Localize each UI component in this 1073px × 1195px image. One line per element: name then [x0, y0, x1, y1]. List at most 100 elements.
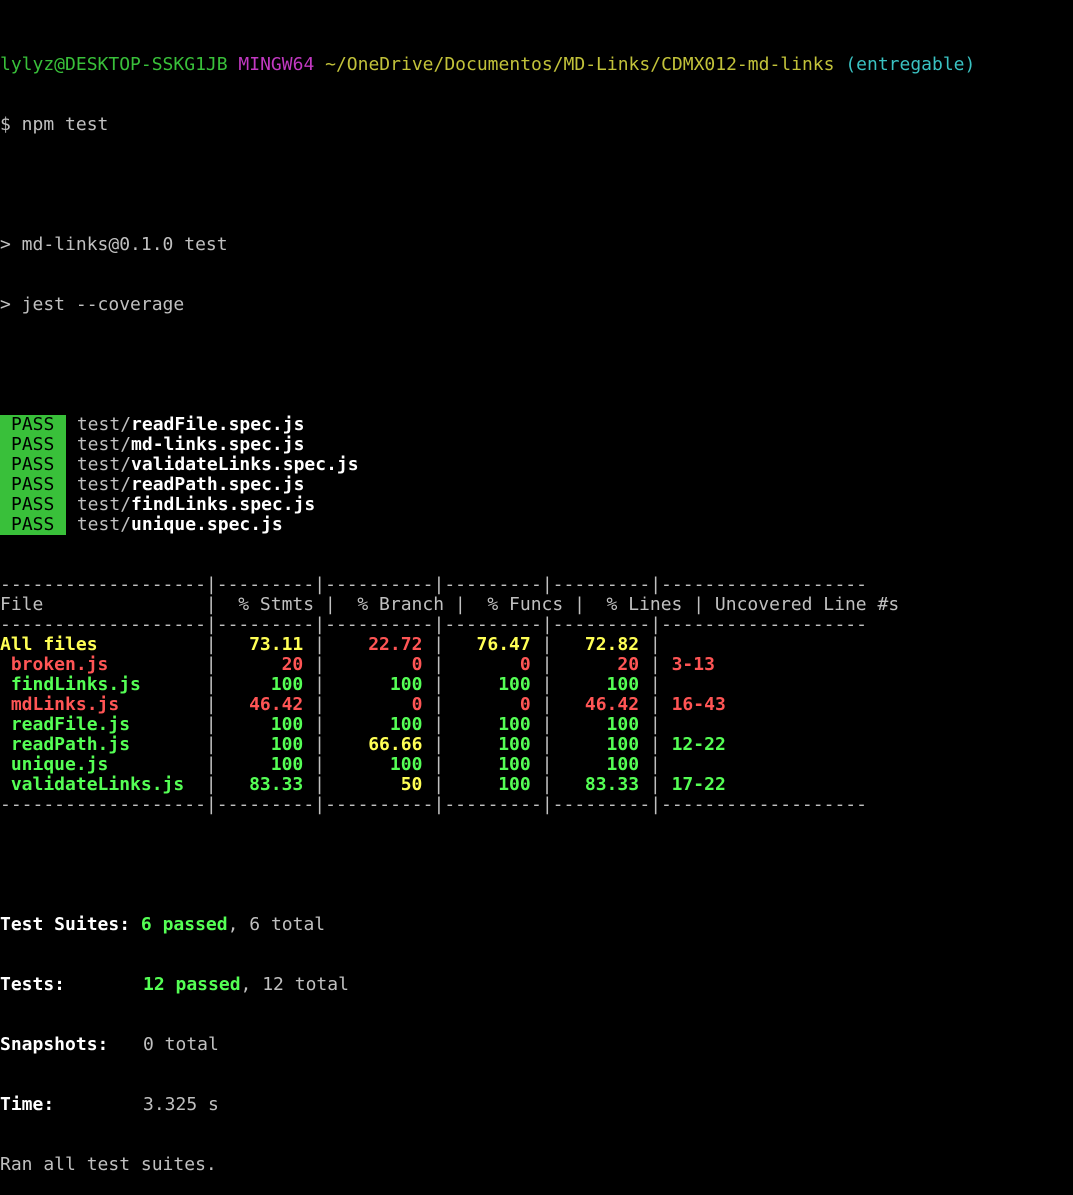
table-row: readFile.js | 100 | 100 | 100 | 100 | — [0, 715, 1073, 735]
table-cell-branch: 100 — [389, 754, 423, 775]
table-cell-file: broken.js — [0, 654, 109, 675]
table-cell-funcs: 76.47 — [476, 634, 531, 655]
table-cell-stmts: 100 — [270, 754, 304, 775]
table-cell-file: unique.js — [0, 754, 109, 775]
table-divider: | — [541, 754, 564, 775]
table-cell-stmts: 100 — [270, 734, 304, 755]
table-cell-funcs: 100 — [498, 754, 531, 775]
pass-badge: PASS — [0, 455, 66, 475]
summary-time-label: Time: — [0, 1094, 55, 1115]
table-header-cell: % Funcs — [487, 594, 564, 615]
test-result-row: PASS test/readPath.spec.js — [0, 475, 1073, 495]
table-cell-lines: 100 — [606, 754, 640, 775]
table-cell-stmts: 46.42 — [249, 694, 304, 715]
table-header-row: File | % Stmts | % Branch | % Funcs | % L… — [0, 595, 1073, 615]
table-cell-file: readPath.js — [0, 734, 131, 755]
table-cell-lines: 72.82 — [584, 634, 640, 655]
table-divider: | — [205, 634, 228, 655]
pass-badge: PASS — [0, 515, 66, 535]
test-file: md-links.spec.js — [131, 434, 305, 455]
table-divider: | — [433, 774, 455, 795]
table-cell-uncovered: 16-43 — [671, 694, 726, 715]
test-dir: test/ — [76, 414, 132, 435]
table-divider: | — [649, 654, 672, 675]
test-result-row: PASS test/findLinks.spec.js — [0, 495, 1073, 515]
table-divider: | — [541, 634, 564, 655]
table-row: findLinks.js | 100 | 100 | 100 | 100 | — [0, 675, 1073, 695]
terminal-output[interactable]: lylyz@DESKTOP-SSKG1JB MINGW64 ~/OneDrive… — [0, 15, 1073, 1195]
table-divider: | — [541, 654, 564, 675]
test-result-row: PASS test/readFile.spec.js — [0, 415, 1073, 435]
summary-time-value: 3.325 s — [143, 1094, 219, 1115]
table-divider: | — [314, 774, 336, 795]
test-result-row: PASS test/md-links.spec.js — [0, 435, 1073, 455]
summary-suites: Test Suites: 6 passed, 6 total — [0, 915, 1073, 935]
test-file: validateLinks.spec.js — [131, 454, 359, 475]
script-line: > jest --coverage — [0, 294, 185, 315]
table-divider: | — [649, 754, 672, 775]
table-cell-branch: 100 — [389, 714, 423, 735]
pass-badge: PASS — [0, 415, 66, 435]
pass-badge: PASS — [0, 495, 66, 515]
table-cell-file: validateLinks.js — [0, 774, 185, 795]
prompt-system: MINGW64 — [238, 54, 315, 75]
table-divider: | — [205, 734, 228, 755]
table-divider: | — [649, 674, 672, 695]
table-cell-stmts: 100 — [270, 714, 304, 735]
table-divider: | — [205, 654, 228, 675]
table-row: All files | 73.11 | 22.72 | 76.47 | 72.82… — [0, 635, 1073, 655]
table-cell-funcs: 100 — [498, 774, 531, 795]
table-header-cell: File — [0, 594, 44, 615]
script-line: > md-links@0.1.0 test — [0, 234, 228, 255]
prompt-line: lylyz@DESKTOP-SSKG1JB MINGW64 ~/OneDrive… — [0, 55, 1073, 75]
summary-tests-label: Tests: — [0, 974, 66, 995]
summary-snapshots-value: 0 total — [143, 1034, 219, 1055]
table-cell-funcs: 100 — [498, 674, 531, 695]
test-result-row: PASS test/unique.spec.js — [0, 515, 1073, 535]
table-divider: | — [649, 694, 672, 715]
prompt-path: ~/OneDrive/Documentos/MD-Links/CDMX012-m… — [325, 54, 835, 75]
table-divider: | — [649, 774, 672, 795]
table-cell-branch: 0 — [411, 654, 423, 675]
summary-suites-label: Test Suites: — [0, 914, 131, 935]
table-cell-lines: 100 — [606, 734, 640, 755]
table-divider: | — [205, 674, 228, 695]
table-row: broken.js | 20 | 0 | 0 | 20 | 3-13 — [0, 655, 1073, 675]
test-results: PASS test/readFile.spec.js PASS test/md-l… — [0, 415, 1073, 535]
table-divider: | — [649, 634, 672, 655]
table-divider: | — [649, 714, 672, 735]
table-divider: | — [541, 674, 564, 695]
table-cell-funcs: 100 — [498, 734, 531, 755]
table-divider: | — [433, 754, 455, 775]
table-cell-lines: 100 — [606, 674, 640, 695]
table-divider: | — [314, 654, 336, 675]
table-header-cell: Uncovered Line #s — [714, 594, 900, 615]
table-divider: | — [541, 774, 564, 795]
table-cell-stmts: 83.33 — [249, 774, 304, 795]
table-cell-funcs: 0 — [519, 654, 531, 675]
table-divider: | — [314, 674, 336, 695]
table-divider: | — [314, 754, 336, 775]
test-dir: test/ — [76, 474, 132, 495]
table-divider: | — [433, 714, 455, 735]
coverage-table: -------------------|---------|----------… — [0, 575, 1073, 815]
table-cell-file: findLinks.js — [0, 674, 141, 695]
table-row: readPath.js | 100 | 66.66 | 100 | 100 | 1… — [0, 735, 1073, 755]
table-cell-lines: 20 — [617, 654, 640, 675]
table-cell-lines: 46.42 — [584, 694, 640, 715]
table-cell-branch: 22.72 — [368, 634, 423, 655]
table-divider: | — [314, 694, 336, 715]
prompt-branch: (entregable) — [845, 54, 976, 75]
summary-tests-total: , 12 total — [240, 974, 349, 995]
table-divider: | — [433, 694, 455, 715]
table-divider: | — [541, 694, 564, 715]
table-divider: | — [649, 734, 672, 755]
table-divider: | — [433, 654, 455, 675]
table-cell-lines: 83.33 — [584, 774, 640, 795]
table-separator: -------------------|---------|----------… — [0, 614, 867, 635]
table-cell-funcs: 100 — [498, 714, 531, 735]
table-separator: -------------------|---------|----------… — [0, 574, 867, 595]
table-cell-branch: 66.66 — [368, 734, 423, 755]
